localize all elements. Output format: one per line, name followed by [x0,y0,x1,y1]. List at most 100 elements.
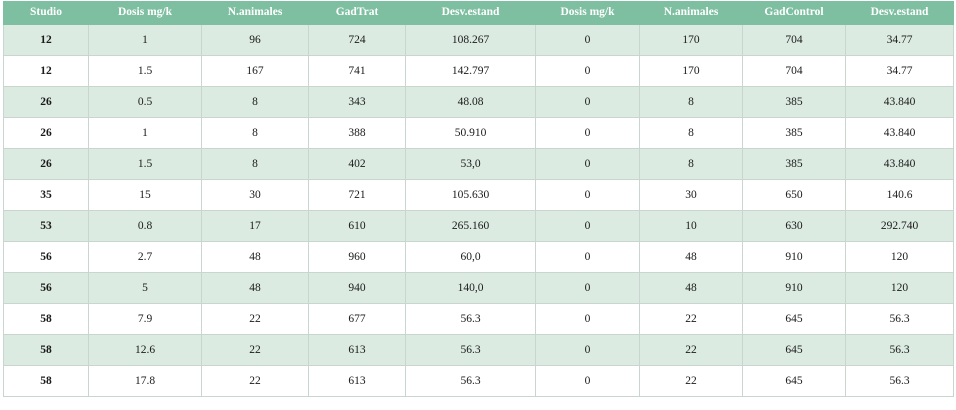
dosis-control-cell: 0 [535,334,640,366]
gadtrat-cell: 610 [308,210,406,242]
animals-control-cell: 48 [639,272,743,304]
gadcontrol-cell: 645 [742,365,846,397]
animals-treatment-cell: 8 [201,117,309,149]
table-row: 12 1 96 724 108.267 0 170 704 34.77 [3,23,954,56]
gadtrat-cell: 724 [308,23,406,56]
table-row: 58 7.9 22 677 56.3 0 22 645 56.3 [3,303,954,335]
stdev-control-cell: 56.3 [845,365,954,397]
gadtrat-cell: 388 [308,117,406,149]
dosis-control-cell: 0 [535,117,640,149]
studio-cell: 26 [3,148,89,180]
column-header-stdev-control: Desv.estand [845,1,954,24]
dosis-control-cell: 0 [535,241,640,273]
dosis-treatment-cell: 0.8 [88,210,202,242]
column-header-gadcontrol: GadControl [742,1,846,24]
column-header-studio: Studio [3,1,89,24]
studio-cell: 26 [3,117,89,149]
animals-treatment-cell: 8 [201,86,309,118]
gadtrat-cell: 960 [308,241,406,273]
stdev-control-cell: 34.77 [845,23,954,56]
studio-cell: 58 [3,334,89,366]
gadcontrol-cell: 910 [742,241,846,273]
animals-control-cell: 8 [639,148,743,180]
table-row: 58 12.6 22 613 56.3 0 22 645 56.3 [3,334,954,366]
stdev-treatment-cell: 48.08 [405,86,536,118]
table-row: 26 0.5 8 343 48.08 0 8 385 43.840 [3,86,954,118]
animals-treatment-cell: 22 [201,334,309,366]
dosis-control-cell: 0 [535,272,640,304]
animals-control-cell: 30 [639,179,743,211]
table-body: 12 1 96 724 108.267 0 170 704 34.77 12 1.5 167 741 14… [3,23,954,397]
table-row: 35 15 30 721 105.630 0 30 650 140.6 [3,179,954,211]
animals-control-cell: 8 [639,86,743,118]
studio-cell: 12 [3,55,89,87]
studio-cell: 12 [3,23,89,56]
gadtrat-cell: 721 [308,179,406,211]
studio-cell: 53 [3,210,89,242]
stdev-treatment-cell: 53,0 [405,148,536,180]
animals-treatment-cell: 17 [201,210,309,242]
animals-treatment-cell: 30 [201,179,309,211]
stdev-control-cell: 140.6 [845,179,954,211]
dosis-control-cell: 0 [535,210,640,242]
stdev-treatment-cell: 105.630 [405,179,536,211]
dosis-treatment-cell: 1 [88,117,202,149]
stdev-treatment-cell: 140,0 [405,272,536,304]
animals-control-cell: 48 [639,241,743,273]
gadcontrol-cell: 385 [742,86,846,118]
column-header-animals-control: N.animales [639,1,743,24]
gadtrat-cell: 402 [308,148,406,180]
studio-cell: 26 [3,86,89,118]
animals-treatment-cell: 8 [201,148,309,180]
stdev-control-cell: 120 [845,241,954,273]
table-row: 26 1.5 8 402 53,0 0 8 385 43.840 [3,148,954,180]
table-row: 56 5 48 940 140,0 0 48 910 120 [3,272,954,304]
stdev-treatment-cell: 50.910 [405,117,536,149]
stdev-control-cell: 56.3 [845,303,954,335]
animals-control-cell: 22 [639,334,743,366]
stdev-control-cell: 120 [845,272,954,304]
gadcontrol-cell: 630 [742,210,846,242]
dosis-treatment-cell: 15 [88,179,202,211]
animals-treatment-cell: 48 [201,272,309,304]
gadtrat-cell: 343 [308,86,406,118]
column-header-stdev-treatment: Desv.estand [405,1,536,24]
data-table: Studio Dosis mg/k N.animales GadTrat Des… [3,1,954,397]
animals-control-cell: 170 [639,55,743,87]
stdev-treatment-cell: 60,0 [405,241,536,273]
dosis-treatment-cell: 17.8 [88,365,202,397]
dosis-treatment-cell: 5 [88,272,202,304]
studio-cell: 35 [3,179,89,211]
animals-control-cell: 10 [639,210,743,242]
table-row: 56 2.7 48 960 60,0 0 48 910 120 [3,241,954,273]
animals-control-cell: 170 [639,23,743,56]
gadcontrol-cell: 385 [742,148,846,180]
dosis-treatment-cell: 7.9 [88,303,202,335]
dosis-treatment-cell: 1.5 [88,148,202,180]
stdev-treatment-cell: 56.3 [405,303,536,335]
studio-cell: 58 [3,303,89,335]
stdev-treatment-cell: 142.797 [405,55,536,87]
column-header-gadtrat: GadTrat [308,1,406,24]
gadcontrol-cell: 910 [742,272,846,304]
dosis-control-cell: 0 [535,179,640,211]
stdev-control-cell: 43.840 [845,148,954,180]
dosis-treatment-cell: 1.5 [88,55,202,87]
stdev-control-cell: 56.3 [845,334,954,366]
animals-control-cell: 22 [639,365,743,397]
gadcontrol-cell: 704 [742,55,846,87]
gadcontrol-cell: 704 [742,23,846,56]
stdev-control-cell: 43.840 [845,117,954,149]
gadtrat-cell: 741 [308,55,406,87]
gadtrat-cell: 613 [308,365,406,397]
gadtrat-cell: 677 [308,303,406,335]
animals-treatment-cell: 167 [201,55,309,87]
dosis-treatment-cell: 1 [88,23,202,56]
dosis-control-cell: 0 [535,23,640,56]
column-header-dosis-control: Dosis mg/k [535,1,640,24]
gadcontrol-cell: 650 [742,179,846,211]
table-row: 53 0.8 17 610 265.160 0 10 630 292.740 [3,210,954,242]
dosis-control-cell: 0 [535,148,640,180]
stdev-control-cell: 34.77 [845,55,954,87]
table-row: 58 17.8 22 613 56.3 0 22 645 56.3 [3,365,954,397]
